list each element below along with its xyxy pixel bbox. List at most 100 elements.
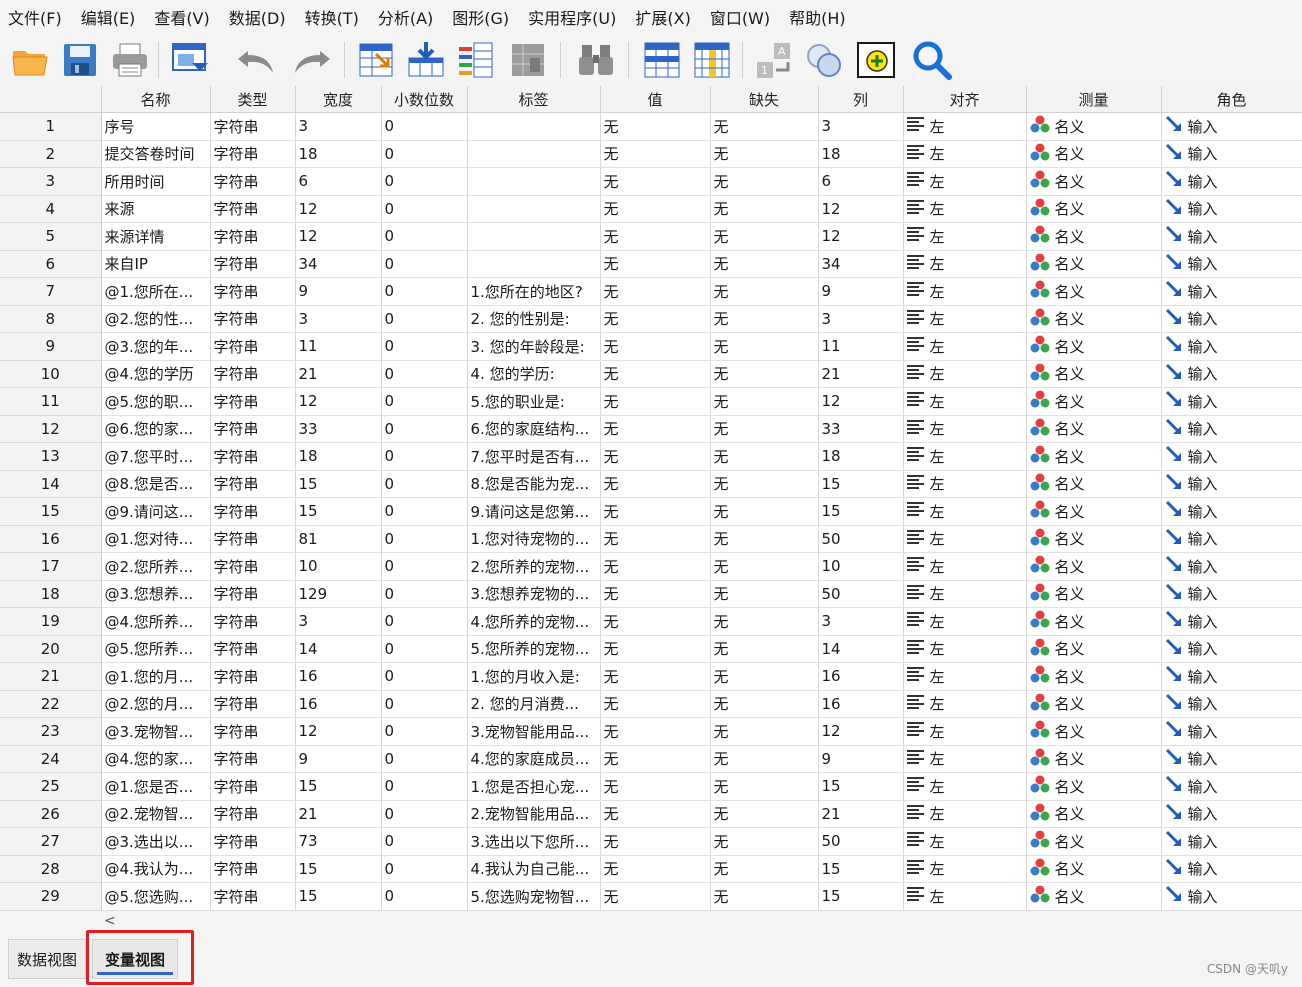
cell-name[interactable]: @2.宠物智... <box>101 800 211 828</box>
cell-missing[interactable]: 无 <box>710 167 819 196</box>
cell-decimals[interactable]: 0 <box>381 442 468 471</box>
cell-missing[interactable]: 无 <box>710 387 819 416</box>
cell-type[interactable]: 字符串 <box>210 882 296 910</box>
cell-name[interactable]: @2.您的性... <box>101 305 211 333</box>
cell-type[interactable]: 字符串 <box>210 827 296 856</box>
cell-name[interactable]: @4.您的家... <box>101 745 211 773</box>
cell-missing[interactable]: 无 <box>710 195 819 223</box>
row-number[interactable]: 5 <box>0 222 102 251</box>
cell-decimals[interactable]: 0 <box>381 140 468 168</box>
cell-name[interactable]: @4.您所养... <box>101 607 211 636</box>
cell-values[interactable]: 无 <box>600 332 711 361</box>
cell-decimals[interactable]: 0 <box>381 855 468 883</box>
cell-type[interactable]: 字符串 <box>210 277 296 306</box>
cell-measure[interactable]: 名义 <box>1026 360 1162 388</box>
cell-align[interactable]: 左 <box>903 470 1027 498</box>
menu-item[interactable]: 查看(V) <box>149 5 214 29</box>
menu-item[interactable]: 窗口(W) <box>705 5 775 29</box>
cell-measure[interactable]: 名义 <box>1026 662 1162 691</box>
print-icon[interactable] <box>108 38 152 82</box>
horizontal-scrollbar[interactable]: < <box>0 910 1302 933</box>
menu-item[interactable]: 文件(F) <box>3 5 67 29</box>
cell-columns[interactable]: 34 <box>818 250 904 278</box>
cell-role[interactable]: 输入 <box>1161 415 1302 443</box>
cell-measure[interactable]: 名义 <box>1026 305 1162 333</box>
cell-role[interactable]: 输入 <box>1161 552 1302 581</box>
cell-measure[interactable]: 名义 <box>1026 415 1162 443</box>
cell-measure[interactable]: 名义 <box>1026 442 1162 471</box>
cell-type[interactable]: 字符串 <box>210 662 296 691</box>
cell-missing[interactable]: 无 <box>710 442 819 471</box>
cell-columns[interactable]: 12 <box>818 717 904 746</box>
cell-type[interactable]: 字符串 <box>210 250 296 278</box>
row-number[interactable]: 17 <box>0 552 102 581</box>
cell-type[interactable]: 字符串 <box>210 690 296 718</box>
cell-decimals[interactable]: 0 <box>381 387 468 416</box>
cell-values[interactable]: 无 <box>600 305 711 333</box>
cell-width[interactable]: 9 <box>295 277 382 306</box>
cell-measure[interactable]: 名义 <box>1026 882 1162 910</box>
cell-name[interactable]: @3.选出以... <box>101 827 211 856</box>
menu-item[interactable]: 图形(G) <box>447 5 514 29</box>
cell-width[interactable]: 81 <box>295 525 382 553</box>
cell-align[interactable]: 左 <box>903 387 1027 416</box>
cell-role[interactable]: 输入 <box>1161 882 1302 910</box>
cell-decimals[interactable]: 0 <box>381 580 468 608</box>
cell-values[interactable]: 无 <box>600 250 711 278</box>
cell-name[interactable]: @5.您选购... <box>101 882 211 910</box>
cell-label[interactable]: 1.您对待宠物的... <box>467 525 601 553</box>
cell-type[interactable]: 字符串 <box>210 112 296 141</box>
cell-missing[interactable]: 无 <box>710 635 819 663</box>
menu-item[interactable]: 分析(A) <box>373 5 438 29</box>
menu-item[interactable]: 转换(T) <box>300 5 364 29</box>
cell-columns[interactable]: 21 <box>818 800 904 828</box>
cell-label[interactable]: 6.您的家庭结构... <box>467 415 601 443</box>
cell-width[interactable]: 12 <box>295 387 382 416</box>
cell-decimals[interactable]: 0 <box>381 662 468 691</box>
cell-label[interactable] <box>467 195 601 223</box>
cell-type[interactable]: 字符串 <box>210 497 296 526</box>
cell-type[interactable]: 字符串 <box>210 195 296 223</box>
cell-role[interactable]: 输入 <box>1161 690 1302 718</box>
cell-name[interactable]: @5.您所养... <box>101 635 211 663</box>
cell-role[interactable]: 输入 <box>1161 745 1302 773</box>
cell-width[interactable]: 15 <box>295 497 382 526</box>
cell-columns[interactable]: 3 <box>818 607 904 636</box>
cell-width[interactable]: 12 <box>295 222 382 251</box>
cell-width[interactable]: 3 <box>295 112 382 141</box>
cell-values[interactable]: 无 <box>600 112 711 141</box>
cell-decimals[interactable]: 0 <box>381 497 468 526</box>
cell-role[interactable]: 输入 <box>1161 827 1302 856</box>
scroll-left-arrow-icon[interactable]: < <box>104 913 116 929</box>
cell-align[interactable]: 左 <box>903 442 1027 471</box>
cell-label[interactable]: 5.您的职业是: <box>467 387 601 416</box>
cell-type[interactable]: 字符串 <box>210 772 296 801</box>
cell-decimals[interactable]: 0 <box>381 277 468 306</box>
cell-width[interactable]: 15 <box>295 882 382 910</box>
cell-align[interactable]: 左 <box>903 195 1027 223</box>
cell-label[interactable]: 3.选出以下您所... <box>467 827 601 856</box>
cell-width[interactable]: 33 <box>295 415 382 443</box>
cell-width[interactable]: 3 <box>295 607 382 636</box>
cell-columns[interactable]: 14 <box>818 635 904 663</box>
cell-values[interactable]: 无 <box>600 800 711 828</box>
cell-values[interactable]: 无 <box>600 690 711 718</box>
cell-role[interactable]: 输入 <box>1161 800 1302 828</box>
column-header[interactable]: 名称 <box>101 86 211 113</box>
row-number[interactable]: 2 <box>0 140 102 168</box>
row-number[interactable]: 21 <box>0 662 102 691</box>
cell-columns[interactable]: 15 <box>818 497 904 526</box>
cell-align[interactable]: 左 <box>903 112 1027 141</box>
cell-align[interactable]: 左 <box>903 360 1027 388</box>
cell-columns[interactable]: 18 <box>818 442 904 471</box>
cell-missing[interactable]: 无 <box>710 690 819 718</box>
cell-align[interactable]: 左 <box>903 607 1027 636</box>
cell-name[interactable]: @2.您所养... <box>101 552 211 581</box>
tab-data-view[interactable]: 数据视图 <box>8 939 86 979</box>
cell-measure[interactable]: 名义 <box>1026 195 1162 223</box>
insert-variable-icon[interactable] <box>690 38 734 82</box>
cell-role[interactable]: 输入 <box>1161 277 1302 306</box>
cell-role[interactable]: 输入 <box>1161 497 1302 526</box>
cell-missing[interactable]: 无 <box>710 882 819 910</box>
cell-role[interactable]: 输入 <box>1161 305 1302 333</box>
